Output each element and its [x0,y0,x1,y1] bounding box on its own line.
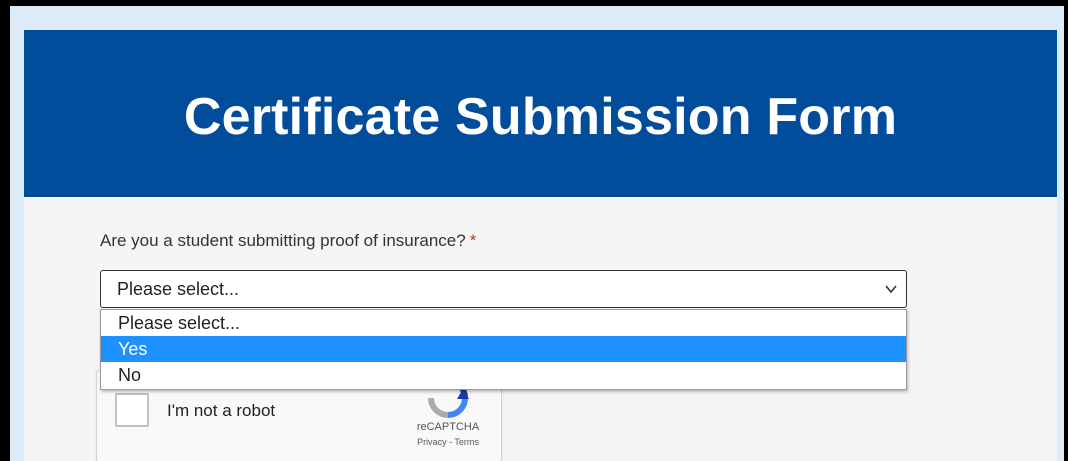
insurance-select[interactable]: Please select... [100,270,907,308]
question-text: Are you a student submitting proof of in… [100,231,466,250]
form-card: Certificate Submission Form Are you a st… [24,30,1057,461]
recaptcha-links: Privacy - Terms [393,437,503,447]
recaptcha-checkbox[interactable] [115,393,149,427]
option-please-select[interactable]: Please select... [101,310,906,336]
select-value: Please select... [117,278,240,299]
terms-link[interactable]: Terms [454,437,479,447]
select-dropdown-list: Please select... Yes No [100,309,907,390]
page-background: Certificate Submission Form Are you a st… [10,6,1064,461]
privacy-link[interactable]: Privacy [417,437,447,447]
required-mark: * [469,231,477,250]
recaptcha-label: I'm not a robot [167,401,276,420]
form-header: Certificate Submission Form [24,30,1057,197]
insurance-question-label: Are you a student submitting proof of in… [100,231,476,251]
recaptcha-brand: reCAPTCHA [416,421,480,433]
chevron-down-icon [885,285,897,294]
option-no[interactable]: No [101,362,906,388]
option-yes[interactable]: Yes [101,336,906,362]
page-title: Certificate Submission Form [183,87,898,146]
